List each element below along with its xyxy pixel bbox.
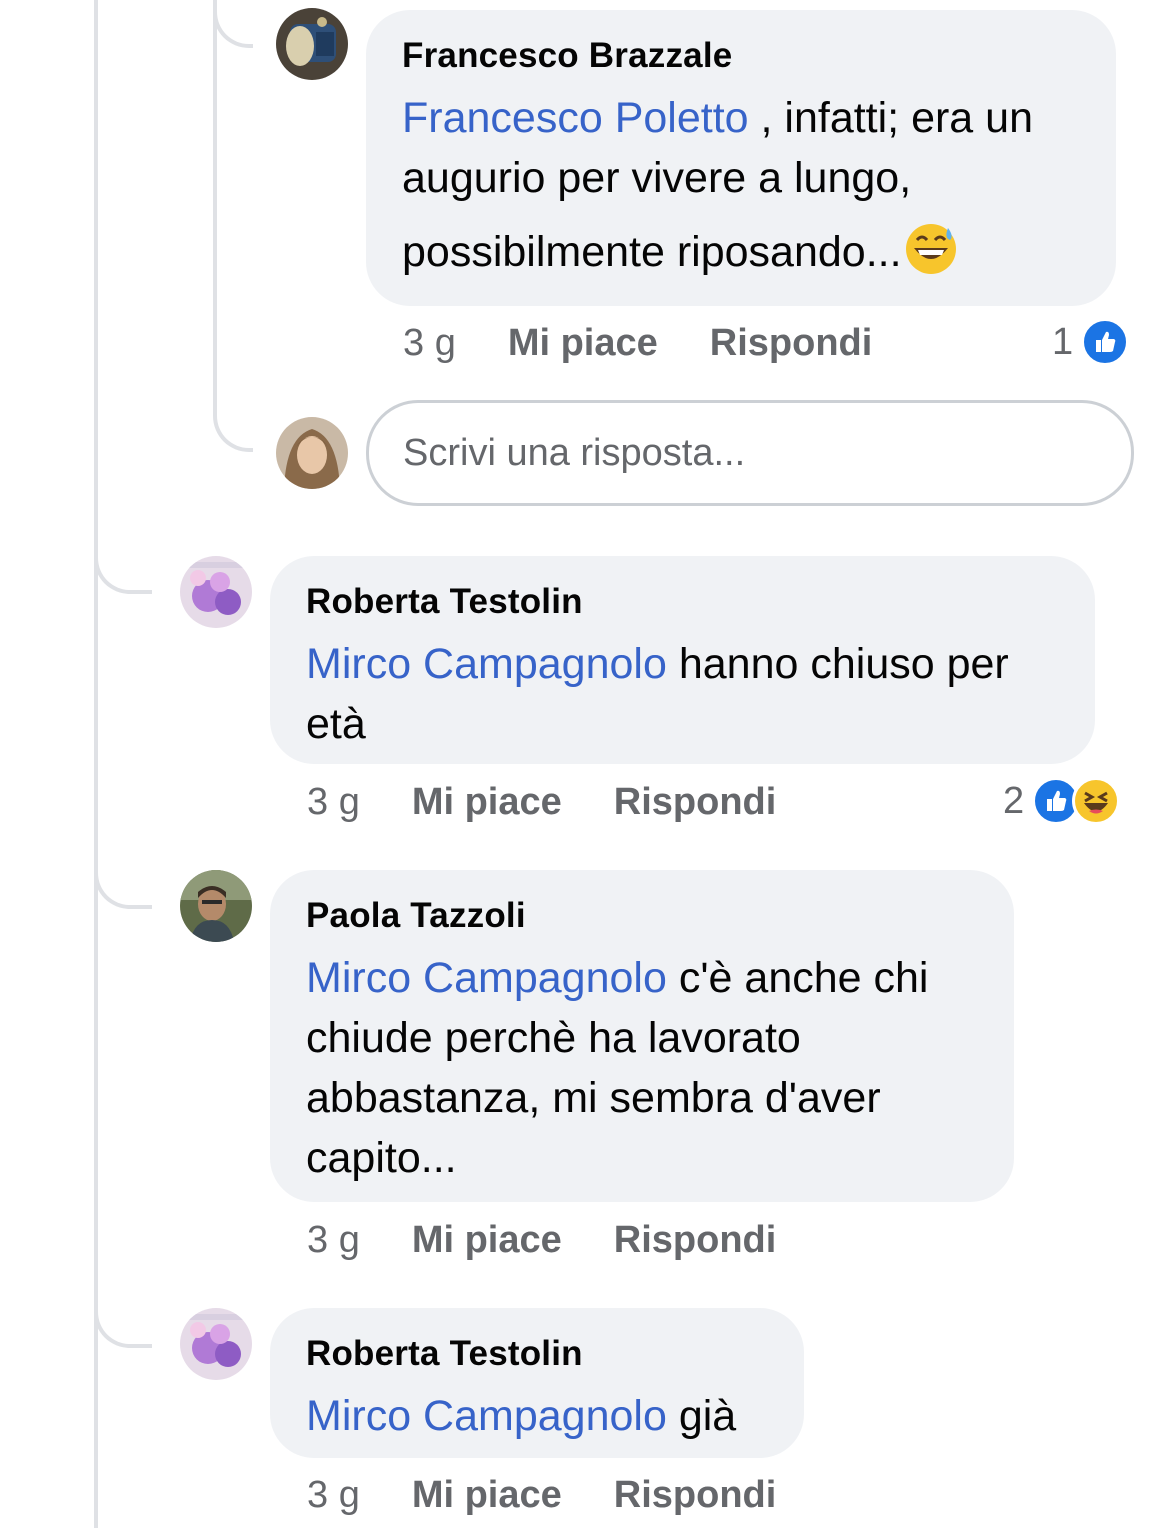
thumbs-up-icon [1081,318,1130,366]
comment-text-line: c'è anche chi [666,954,929,1002]
comment-text-line: abbastanza, mi sembra d'aver [306,1074,881,1122]
reply-button[interactable]: Rispondi [614,1219,777,1262]
reply-input-placeholder: Scrivi una risposta... [403,431,746,474]
thread-connector [213,4,253,48]
reaction-count: 2 [1003,779,1025,822]
reply-button[interactable]: Rispondi [710,322,873,365]
current-user-avatar [276,417,348,489]
reaction-summary[interactable]: 2 [1003,775,1121,827]
thread-line-main [94,0,98,1528]
comment-text-line: , infatti; era un [748,94,1034,142]
avatar[interactable] [180,556,252,628]
mention-link[interactable]: Mirco Campagnolo [306,954,667,1002]
comment-text-line: augurio per vivere a lungo, [402,154,912,202]
like-button[interactable]: Mi piace [412,1219,562,1262]
comment-author[interactable]: Francesco Brazzale [402,36,1080,76]
thread-connector [94,865,152,909]
comment-actions: 3 g Mi piace Rispondi [307,777,828,827]
like-button[interactable]: Mi piace [412,781,562,824]
comment-text-line: capito... [306,1134,457,1182]
comment-text: Mirco Campagnolo hanno chiuso per età [306,634,1059,754]
grinning-face-with-sweat-icon [905,224,956,274]
thread-connector [94,550,152,594]
comment-author[interactable]: Roberta Testolin [306,1334,768,1374]
comment-actions: 3 g Mi piace Rispondi [307,1470,828,1520]
reply-button[interactable]: Rispondi [614,781,777,824]
reaction-summary[interactable]: 1 [1052,316,1130,368]
comment-actions: 3 g Mi piace Rispondi [403,318,924,368]
haha-icon [1072,777,1121,825]
comment-text-line: chiude perchè ha lavorato [306,1014,801,1062]
comment-bubble: Roberta Testolin Mirco Campagnolo hanno … [270,556,1095,764]
comment-text-line: già [666,1392,737,1440]
like-button[interactable]: Mi piace [508,322,658,365]
comment-bubble: Francesco Brazzale Francesco Poletto , i… [366,10,1116,306]
thread-line-nested [213,0,217,410]
like-button[interactable]: Mi piace [412,1474,562,1517]
comment-time[interactable]: 3 g [307,1474,360,1517]
comment-text: Mirco Campagnolo c'è anche chi chiude pe… [306,948,978,1188]
comment-author[interactable]: Paola Tazzoli [306,896,978,936]
comment-bubble: Paola Tazzoli Mirco Campagnolo c'è anche… [270,870,1014,1202]
comment-text: Mirco Campagnolo già [306,1386,768,1446]
comment-text-line: età [306,700,366,748]
reaction-count: 1 [1052,320,1074,363]
comment-author[interactable]: Roberta Testolin [306,582,1059,622]
avatar[interactable] [276,8,348,80]
reply-input[interactable]: Scrivi una risposta... [366,400,1134,506]
mention-link[interactable]: Francesco Poletto [402,94,749,142]
mention-link[interactable]: Mirco Campagnolo [306,1392,667,1440]
reply-button[interactable]: Rispondi [614,1474,777,1517]
comment-bubble: Roberta Testolin Mirco Campagnolo già [270,1308,804,1458]
avatar[interactable] [180,1308,252,1380]
comment-text-line: hanno chiuso per [666,640,1009,688]
thread-connector [94,1304,152,1348]
comment-text: Francesco Poletto , infatti; era un augu… [402,88,1080,282]
comment-text-line: possibilmente riposando... [402,228,902,276]
avatar[interactable] [180,870,252,942]
comment-time[interactable]: 3 g [403,322,456,365]
comment-actions: 3 g Mi piace Rispondi [307,1215,828,1265]
comment-time[interactable]: 3 g [307,1219,360,1262]
mention-link[interactable]: Mirco Campagnolo [306,640,667,688]
thread-connector [213,408,253,452]
comment-time[interactable]: 3 g [307,781,360,824]
